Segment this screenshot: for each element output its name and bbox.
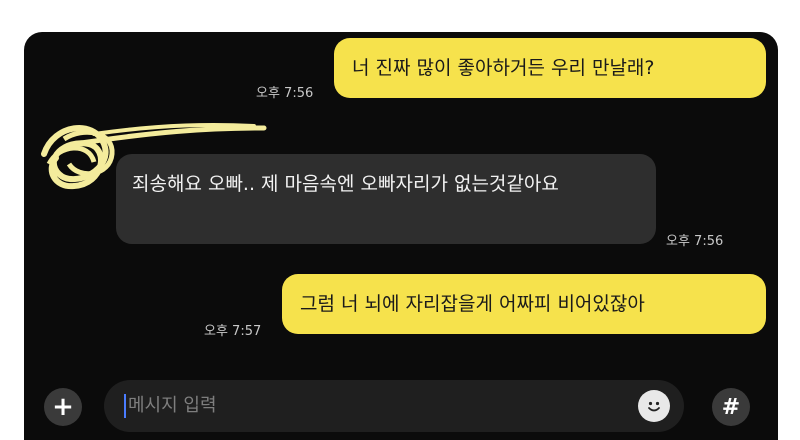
message-timestamp: 오후 7:56: [666, 234, 724, 249]
text-caret: [124, 394, 126, 418]
message-input-placeholder: 메시지 입력: [128, 395, 217, 416]
plus-icon: +: [52, 392, 74, 422]
message-input[interactable]: 메시지 입력: [104, 380, 684, 432]
emoji-button[interactable]: [638, 390, 670, 422]
message-timestamp: 오후 7:57: [204, 324, 262, 339]
add-attachment-button[interactable]: +: [44, 388, 82, 426]
message-bubble-received[interactable]: 죄송해요 오빠.. 제 마음속엔 오빠자리가 없는것같아요: [116, 154, 656, 244]
message-bubble-sent[interactable]: 그럼 너 뇌에 자리잡을게 어짜피 비어있잖아: [282, 274, 766, 334]
hashtag-search-button[interactable]: #: [712, 388, 750, 426]
chat-screen: 너 진짜 많이 좋아하거든 우리 만날래? 오후 7:56 죄송해요 오빠.. …: [24, 32, 778, 440]
message-text: 죄송해요 오빠.. 제 마음속엔 오빠자리가 없는것같아요: [132, 173, 559, 195]
hash-icon: #: [721, 394, 741, 420]
message-timestamp: 오후 7:56: [256, 86, 314, 101]
message-text: 너 진짜 많이 좋아하거든 우리 만날래?: [352, 57, 655, 79]
message-composer: + 메시지 입력 #: [24, 370, 778, 440]
message-bubble-sent[interactable]: 너 진짜 많이 좋아하거든 우리 만날래?: [334, 38, 766, 98]
message-text: 그럼 너 뇌에 자리잡을게 어짜피 비어있잖아: [300, 293, 645, 315]
emoji-icon: [648, 401, 660, 412]
